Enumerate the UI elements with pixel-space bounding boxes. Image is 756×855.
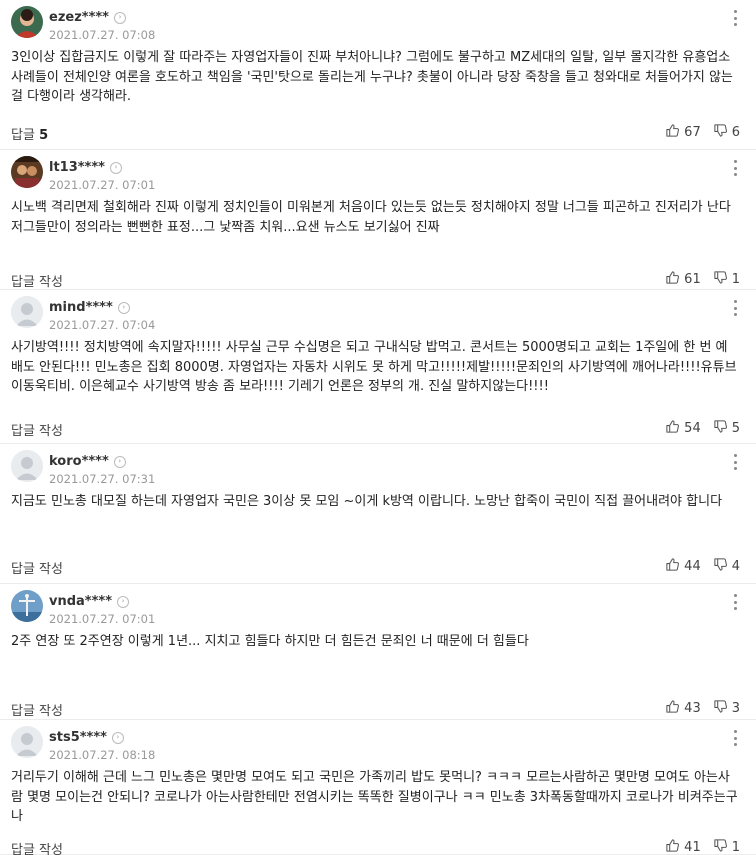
- comment-item: mind**** › 2021.07.27. 07:04 사기방역!!!! 정치방역에…: [0, 290, 756, 444]
- thumbs-down-icon: [713, 557, 732, 576]
- vote-group: 44 4: [665, 557, 740, 576]
- comment-item: vnda**** › 2021.07.27. 07:01 2주 연장 또 2주연장 이…: [0, 584, 756, 720]
- vote-group: 43 3: [665, 699, 740, 718]
- author-line: sts5**** ›: [49, 730, 124, 745]
- like-button[interactable]: 41: [665, 838, 701, 855]
- author-line: vnda**** ›: [49, 594, 130, 609]
- author-nickname[interactable]: koro****: [49, 454, 109, 469]
- like-button[interactable]: 44: [665, 557, 701, 576]
- dislike-count: 1: [731, 840, 740, 855]
- dislike-button[interactable]: 5: [713, 419, 740, 438]
- profile-arrow-icon[interactable]: ›: [117, 301, 130, 314]
- reply-button[interactable]: 답글 5: [11, 124, 48, 143]
- profile-arrow-icon[interactable]: ›: [113, 11, 126, 24]
- more-options-icon[interactable]: [732, 10, 738, 26]
- dislike-count: 3: [731, 701, 740, 716]
- dislike-count: 5: [731, 421, 740, 436]
- comment-date: 2021.07.27. 07:08: [49, 28, 156, 42]
- thumbs-up-icon: [665, 419, 684, 438]
- dislike-count: 6: [731, 125, 740, 140]
- like-count: 61: [684, 272, 701, 287]
- like-count: 44: [684, 559, 701, 574]
- vote-group: 61 1: [665, 270, 740, 289]
- thumbs-up-icon: [665, 557, 684, 576]
- author-line: lt13**** ›: [49, 160, 122, 175]
- dislike-button[interactable]: 6: [713, 123, 740, 142]
- avatar[interactable]: [11, 296, 43, 328]
- avatar[interactable]: [11, 590, 43, 622]
- write-reply-button[interactable]: 답글 작성: [11, 271, 63, 290]
- comment-text: 거리두기 이해해 근데 느그 민노총은 몇만명 모여도 되고 국민은 가족끼리 …: [11, 770, 738, 824]
- comment-text: 사기방역!!!! 정치방역에 속지말자!!!!! 사무실 근무 수십명은 되고 …: [11, 340, 737, 394]
- profile-arrow-icon[interactable]: ›: [113, 455, 126, 468]
- thumbs-up-icon: [665, 699, 684, 718]
- comment-text: 지금도 민노총 대모질 하는데 자영업자 국민은 3이상 못 모임 ~이게 k방…: [11, 494, 723, 509]
- comment-date: 2021.07.27. 07:04: [49, 318, 156, 332]
- author-nickname[interactable]: lt13****: [49, 160, 105, 175]
- vote-group: 54 5: [665, 419, 740, 438]
- profile-arrow-icon[interactable]: ›: [117, 595, 130, 608]
- comment-text: 시노백 격리면제 철회해라 진짜 이렇게 정치인들이 미워본게 처음이다 있는듯…: [11, 200, 731, 235]
- like-count: 54: [684, 421, 701, 436]
- write-reply-button[interactable]: 답글 작성: [11, 558, 63, 577]
- comment-text: 3인이상 집합금지도 이렇게 잘 따라주는 자영업자들이 진짜 부처아니냐? 그…: [11, 50, 733, 104]
- avatar[interactable]: [11, 726, 43, 758]
- author-line: ezez**** ›: [49, 10, 126, 25]
- author-nickname[interactable]: sts5****: [49, 730, 107, 745]
- thumbs-up-icon: [665, 123, 684, 142]
- like-button[interactable]: 54: [665, 419, 701, 438]
- profile-arrow-icon[interactable]: ›: [111, 731, 124, 744]
- avatar[interactable]: [11, 156, 43, 188]
- thumbs-down-icon: [713, 419, 732, 438]
- profile-arrow-icon[interactable]: ›: [109, 161, 122, 174]
- dislike-button[interactable]: 4: [713, 557, 740, 576]
- author-nickname[interactable]: mind****: [49, 300, 113, 315]
- comment-item: lt13**** › 2021.07.27. 07:01 시노백 격리면제 철회해라 …: [0, 150, 756, 290]
- more-options-icon[interactable]: [732, 300, 738, 316]
- like-button[interactable]: 67: [665, 123, 701, 142]
- write-reply-button[interactable]: 답글 작성: [11, 700, 63, 719]
- thumbs-down-icon: [713, 270, 732, 289]
- like-count: 67: [684, 125, 701, 140]
- avatar[interactable]: [11, 6, 43, 38]
- more-options-icon[interactable]: [732, 160, 738, 176]
- comment-item: sts5**** › 2021.07.27. 08:18 거리두기 이해해 근데 느그…: [0, 720, 756, 855]
- avatar[interactable]: [11, 450, 43, 482]
- comment-text: 2주 연장 또 2주연장 이렇게 1년... 지치고 힘들다 하지만 더 힘든건…: [11, 634, 529, 649]
- thumbs-up-icon: [665, 270, 684, 289]
- thumbs-down-icon: [713, 838, 732, 855]
- thumbs-down-icon: [713, 123, 732, 142]
- more-options-icon[interactable]: [732, 730, 738, 746]
- comment-list: ezez**** › 2021.07.27. 07:08 3인이상 집합금지도 이렇게…: [0, 0, 756, 855]
- vote-group: 67 6: [665, 123, 740, 142]
- author-line: koro**** ›: [49, 454, 126, 469]
- write-reply-button[interactable]: 답글 작성: [11, 420, 63, 439]
- dislike-button[interactable]: 1: [713, 838, 740, 855]
- vote-group: 41 1: [665, 838, 740, 855]
- dislike-count: 1: [731, 272, 740, 287]
- write-reply-button[interactable]: 답글 작성: [11, 839, 63, 855]
- more-options-icon[interactable]: [732, 594, 738, 610]
- comment-date: 2021.07.27. 08:18: [49, 748, 156, 762]
- author-line: mind**** ›: [49, 300, 130, 315]
- comment-date: 2021.07.27. 07:01: [49, 178, 156, 192]
- thumbs-down-icon: [713, 699, 732, 718]
- author-nickname[interactable]: vnda****: [49, 594, 112, 609]
- like-button[interactable]: 43: [665, 699, 701, 718]
- author-nickname[interactable]: ezez****: [49, 10, 109, 25]
- comment-date: 2021.07.27. 07:01: [49, 612, 156, 626]
- reply-count: 5: [39, 128, 49, 143]
- dislike-button[interactable]: 3: [713, 699, 740, 718]
- dislike-count: 4: [731, 559, 740, 574]
- comment-item: koro**** › 2021.07.27. 07:31 지금도 민노총 대모질 하는…: [0, 444, 756, 584]
- like-button[interactable]: 61: [665, 270, 701, 289]
- comment-item: ezez**** › 2021.07.27. 07:08 3인이상 집합금지도 이렇게…: [0, 0, 756, 150]
- dislike-button[interactable]: 1: [713, 270, 740, 289]
- comment-date: 2021.07.27. 07:31: [49, 472, 156, 486]
- like-count: 41: [684, 840, 701, 855]
- like-count: 43: [684, 701, 701, 716]
- more-options-icon[interactable]: [732, 454, 738, 470]
- thumbs-up-icon: [665, 838, 684, 855]
- reply-label: 답글: [11, 128, 35, 143]
